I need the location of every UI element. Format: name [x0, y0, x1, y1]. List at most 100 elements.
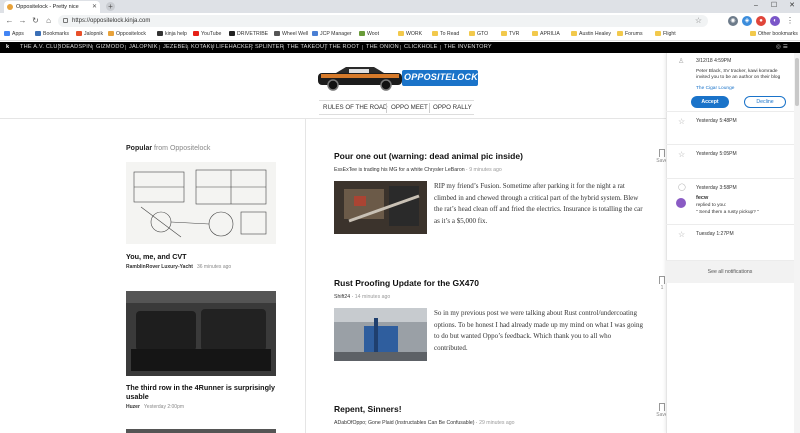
- bookmark-item[interactable]: JCP Manager: [312, 29, 352, 40]
- kinja-nav-item[interactable]: JEZEBEL: [163, 42, 189, 53]
- see-all-notifications-link[interactable]: See all notifications: [666, 261, 794, 283]
- favicon-icon: [7, 4, 13, 10]
- bookmark-star-icon[interactable]: ☆: [695, 15, 702, 27]
- accept-button[interactable]: Accept: [691, 96, 729, 108]
- kinja-nav-item[interactable]: JALOPNIK: [129, 42, 158, 53]
- maximize-icon[interactable]: ☐: [766, 0, 782, 12]
- bookmark-icon: [659, 149, 665, 157]
- bookmark-item[interactable]: YouTube: [193, 29, 221, 40]
- browser-tab[interactable]: Oppositelock - Pretty nice ✕: [4, 1, 100, 13]
- kinja-nav-item[interactable]: THE ONION: [366, 42, 399, 53]
- bookmark-item[interactable]: kinja help: [157, 29, 187, 40]
- bookmark-item[interactable]: DRIVETRIBE: [229, 29, 268, 40]
- popular-card-image[interactable]: [126, 429, 276, 433]
- bookmark-item[interactable]: Other bookmarks: [750, 29, 798, 40]
- patent-drawing-image[interactable]: [126, 162, 276, 244]
- bookmark-item[interactable]: Bookmarks: [35, 29, 69, 40]
- popular-card-title[interactable]: You, me, and CVT: [126, 252, 281, 261]
- notification-time: Yesterday 5:48PM: [696, 118, 737, 124]
- scrollbar-thumb[interactable]: [795, 58, 799, 106]
- scrollbar-track[interactable]: [794, 53, 800, 433]
- popular-card-meta: RamblinRover Luxury-Yacht 36 minutes ago: [126, 264, 232, 270]
- notification-time: Tuesday 1:27PM: [696, 231, 734, 237]
- kinja-nav-divider: [212, 45, 213, 50]
- logo-text: OPPOSITELOCK: [404, 72, 478, 82]
- back-icon[interactable]: ←: [4, 15, 15, 26]
- garage-lift-image[interactable]: [334, 308, 427, 361]
- extension-icon[interactable]: ◉: [728, 16, 738, 26]
- bookmark-folder-icon: [76, 31, 82, 36]
- reload-icon[interactable]: ↻: [30, 15, 41, 26]
- bookmark-folder-icon: [35, 31, 41, 36]
- subnav-oppo-rally[interactable]: OPPO RALLY: [433, 101, 472, 114]
- address-bar[interactable]: https://oppositelock.kinja.com ☆: [58, 15, 708, 27]
- popular-heading: Popular from Oppositelock: [126, 145, 211, 152]
- extension-icon[interactable]: ●: [756, 16, 766, 26]
- site-logo[interactable]: OPPOSITELOCK: [316, 64, 481, 92]
- notification-item[interactable]: ☆ Yesterday 5:05PM: [666, 145, 794, 179]
- subnav-oppo-meet[interactable]: OPPO MEET: [391, 101, 428, 114]
- bookmark-item[interactable]: Apps: [4, 29, 24, 40]
- blog-subnav: RULES OF THE ROAD OPPO MEET OPPO RALLY: [319, 100, 474, 115]
- post-title[interactable]: Pour one out (warning: dead animal pic i…: [334, 151, 523, 161]
- bookmarks-bar: Apps Bookmarks Jalopnik Oppositelock kinja h…: [0, 29, 800, 41]
- bookmark-folder-icon: [655, 31, 661, 36]
- kinja-nav-item[interactable]: GIZMODO: [96, 42, 124, 53]
- bookmark-folder-icon: [312, 31, 318, 36]
- kinja-logo-icon[interactable]: k: [6, 42, 9, 53]
- bookmark-folder-icon: [750, 31, 756, 36]
- comment-icon: ◯: [678, 184, 686, 191]
- bookmark-item[interactable]: Woot: [359, 29, 379, 40]
- bookmark-item[interactable]: Jalopnik: [76, 29, 103, 40]
- notification-item[interactable]: ☆ Yesterday 5:48PM: [666, 112, 794, 145]
- user-avatar[interactable]: [676, 198, 686, 208]
- column-divider: [305, 119, 306, 433]
- kinja-nav-divider: [125, 45, 126, 50]
- bookmark-item[interactable]: Wheel Well: [274, 29, 308, 40]
- bookmark-folder-icon: [157, 31, 163, 36]
- kinja-nav-item[interactable]: THE TAKEOUT: [287, 42, 328, 53]
- menu-icon[interactable]: ⋮: [785, 16, 795, 26]
- bookmark-item[interactable]: Austin Healey: [571, 29, 611, 40]
- bookmark-item[interactable]: Oppositelock: [108, 29, 146, 40]
- new-tab-button[interactable]: +: [106, 2, 115, 11]
- kinja-nav-item[interactable]: DEADSPIN: [62, 42, 92, 53]
- extension-icon[interactable]: ◈: [742, 16, 752, 26]
- bookmark-item[interactable]: GTO: [469, 29, 488, 40]
- home-icon[interactable]: ⌂: [43, 15, 54, 26]
- bookmark-item[interactable]: Flight: [655, 29, 676, 40]
- subnav-divider: [429, 103, 430, 113]
- tab-title: Oppositelock - Pretty nice: [16, 4, 79, 10]
- notification-time: 3/12/18 4:59PM: [696, 58, 732, 64]
- bookmark-item[interactable]: To Read: [432, 29, 459, 40]
- post-excerpt: RIP my friend’s Fusion. Sometime after p…: [434, 182, 643, 225]
- post-title[interactable]: Repent, Sinners!: [334, 404, 402, 414]
- kinja-nav-item[interactable]: LIFEHACKER: [216, 42, 253, 53]
- notification-text: Peter Black, SV tracker, kawi komrade in…: [696, 69, 781, 81]
- subnav-rules[interactable]: RULES OF THE ROAD: [323, 101, 388, 114]
- bookmark-item[interactable]: Forums: [617, 29, 643, 40]
- 4runner-seats-image[interactable]: [126, 291, 276, 376]
- profile-avatar-icon[interactable]: ◐: [770, 16, 780, 26]
- kinja-nav-item[interactable]: SPLINTER: [255, 42, 284, 53]
- notification-item[interactable]: ☆ Tuesday 1:27PM: [666, 225, 794, 261]
- blog-link[interactable]: The Cigar Lounge: [696, 86, 734, 91]
- close-tab-icon[interactable]: ✕: [92, 1, 97, 13]
- kinja-nav-item[interactable]: THE A.V. CLUB: [20, 42, 62, 53]
- bookmark-item[interactable]: APRILIA: [532, 29, 560, 40]
- kinja-account-icon[interactable]: ◎ ☰: [776, 42, 788, 53]
- popular-card-title[interactable]: The third row in the 4Runner is surprisi…: [126, 383, 281, 401]
- reply-user[interactable]: fecw: [696, 195, 790, 201]
- engine-bay-image[interactable]: [334, 181, 427, 234]
- decline-button[interactable]: Decline: [744, 96, 786, 108]
- kinja-nav-item[interactable]: CLICKHOLE: [404, 42, 438, 53]
- bookmark-item[interactable]: TVR: [501, 29, 519, 40]
- post-title[interactable]: Rust Proofing Update for the GX470: [334, 278, 479, 288]
- bookmark-folder-icon: [4, 31, 10, 36]
- kinja-nav-item[interactable]: THE INVENTORY: [444, 42, 492, 53]
- minimize-icon[interactable]: –: [748, 0, 764, 12]
- forward-icon[interactable]: →: [17, 15, 28, 26]
- bookmark-item[interactable]: WORK: [398, 29, 422, 40]
- kinja-nav-item[interactable]: THE ROOT: [329, 42, 360, 53]
- close-window-icon[interactable]: ✕: [784, 0, 800, 12]
